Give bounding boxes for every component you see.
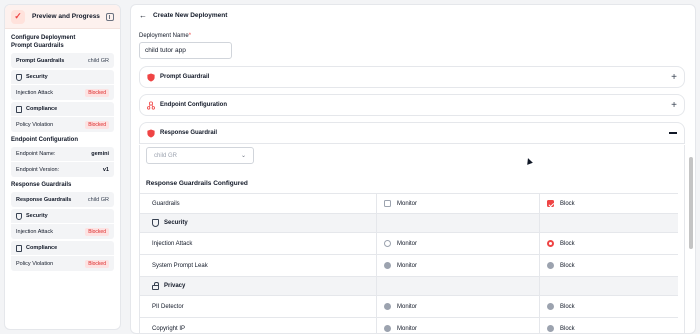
lock-icon — [152, 282, 159, 290]
table-row: System Prompt Leak Monitor Block — [140, 254, 678, 276]
prompt-guardrails-title: Prompt Guardrails — [11, 43, 64, 49]
monitor-radio[interactable] — [384, 262, 391, 269]
shield-icon — [152, 219, 159, 227]
block-radio[interactable] — [547, 325, 554, 332]
endpoint-version-row: Endpoint Version: v1 — [16, 166, 109, 173]
check-icon: ✓ — [11, 9, 25, 24]
guardrail-select[interactable]: child GR ⌄ — [146, 147, 254, 164]
deployment-name-label: Deployment Name* — [139, 33, 192, 39]
plus-icon[interactable]: + — [671, 72, 677, 83]
document-icon — [16, 105, 22, 113]
block-radio[interactable] — [547, 262, 554, 269]
page-header: ← Create New Deployment — [139, 11, 227, 20]
configure-title: Configure Deployment — [11, 35, 76, 41]
endpoint-title: Endpoint Configuration — [11, 137, 78, 143]
table-row: Injection Attack Monitor Block — [140, 232, 678, 254]
response-security-card: Security Injection Attack Blocked — [11, 209, 114, 239]
monitor-radio[interactable] — [384, 325, 391, 332]
preview-title: Preview and Progress — [32, 13, 100, 20]
response-guardrail-accordion[interactable]: Response Guardrail — [139, 122, 685, 144]
response-guardrails-card: Response Guardrails child GR — [11, 192, 114, 207]
endpoint-name-row: Endpoint Name: gemini — [11, 147, 114, 162]
document-icon — [16, 244, 22, 252]
shield-icon — [147, 73, 155, 81]
endpoint-configuration-accordion[interactable]: Endpoint Configuration + — [139, 94, 685, 116]
block-all-checkbox[interactable] — [547, 200, 554, 207]
deployment-name-input[interactable] — [139, 42, 232, 59]
prompt-guardrails-card: Prompt Guardrails child GR — [11, 53, 114, 68]
monitor-all-checkbox[interactable] — [384, 200, 391, 207]
monitor-radio[interactable] — [384, 240, 391, 247]
endpoint-icon — [147, 101, 155, 110]
prompt-security-card: Security Injection Attack Blocked — [11, 70, 114, 100]
guardrails-table: Guardrails Monitor Block Security Inject… — [140, 193, 678, 333]
privacy-section-row: Privacy — [140, 276, 678, 295]
configured-title: Response Guardrails Configured — [146, 180, 248, 187]
plus-icon[interactable]: + — [671, 100, 677, 111]
shield-icon — [16, 212, 22, 220]
preview-panel: ✓ Preview and Progress Configure Deploym… — [4, 4, 121, 330]
prompt-policy-row: Policy Violation Blocked — [11, 117, 114, 132]
block-radio[interactable] — [547, 240, 554, 247]
block-radio[interactable] — [547, 303, 554, 310]
monitor-radio[interactable] — [384, 303, 391, 310]
response-guardrails-title: Response Guardrails — [11, 182, 72, 188]
table-row: Copyright IP Monitor Block — [140, 317, 678, 333]
shield-icon — [16, 73, 22, 81]
collapse-panel-icon[interactable] — [106, 12, 114, 21]
security-section-row: Security — [140, 213, 678, 232]
table-header-row: Guardrails Monitor Block — [140, 193, 678, 213]
prompt-guardrails-row: Prompt Guardrails child GR — [16, 57, 109, 64]
status-badge: Blocked — [85, 120, 109, 129]
preview-header: ✓ Preview and Progress — [5, 5, 120, 29]
table-row: PII Detector Monitor Block — [140, 295, 678, 317]
back-arrow-icon[interactable]: ← — [139, 11, 147, 20]
status-badge: Blocked — [85, 227, 109, 236]
page-title: Create New Deployment — [153, 12, 228, 19]
prompt-guardrail-accordion[interactable]: Prompt Guardrail + — [139, 66, 685, 88]
scrollbar[interactable] — [689, 157, 693, 249]
minus-icon[interactable] — [669, 132, 677, 134]
main-panel: ← Create New Deployment Deployment Name*… — [130, 4, 696, 334]
shield-icon — [147, 129, 155, 137]
response-compliance-card: Compliance Policy Violation Blocked — [11, 241, 114, 271]
prompt-compliance-card: Compliance Policy Violation Blocked — [11, 102, 114, 132]
chevron-down-icon: ⌄ — [240, 153, 246, 159]
status-badge: Blocked — [85, 259, 109, 268]
response-guardrail-body: child GR ⌄ Response Guardrails Configure… — [139, 145, 685, 333]
prompt-injection-row: Injection Attack Blocked — [11, 85, 114, 100]
status-badge: Blocked — [85, 88, 109, 97]
endpoint-card: Endpoint Name: gemini Endpoint Version: … — [11, 147, 114, 177]
